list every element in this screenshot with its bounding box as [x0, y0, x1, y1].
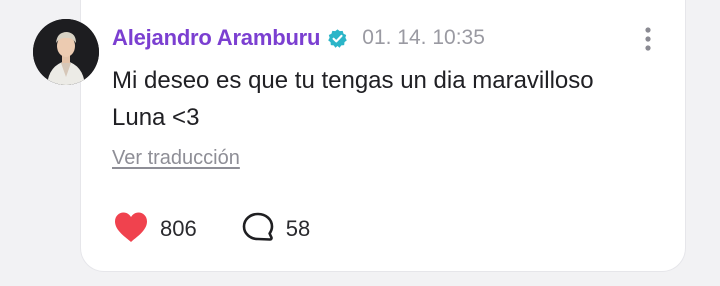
comment-count: 58	[285, 216, 311, 241]
like-count: 806	[160, 216, 197, 241]
comment-header: Alejandro Aramburu 01. 14. 10:35	[112, 24, 485, 52]
author-name[interactable]: Alejandro Aramburu	[112, 25, 320, 51]
heart-icon	[113, 211, 149, 248]
avatar[interactable]	[33, 19, 99, 85]
avatar-photo	[33, 19, 99, 85]
timestamp: 01. 14. 10:35	[362, 26, 485, 49]
more-vertical-icon[interactable]	[640, 26, 656, 52]
like-button[interactable]: 806	[113, 211, 197, 248]
translate-link[interactable]: Ver traducción	[112, 147, 240, 170]
verified-badge-icon	[327, 28, 348, 49]
comment-message: Mi deseo es que tu tengas un dia maravil…	[112, 67, 594, 131]
comment-button[interactable]: 58	[241, 211, 310, 248]
comment-actions: 806 58	[113, 212, 310, 246]
comment-page: Alejandro Aramburu 01. 14. 10:35 Mi dese…	[0, 0, 720, 286]
speech-bubble-icon	[241, 211, 275, 248]
